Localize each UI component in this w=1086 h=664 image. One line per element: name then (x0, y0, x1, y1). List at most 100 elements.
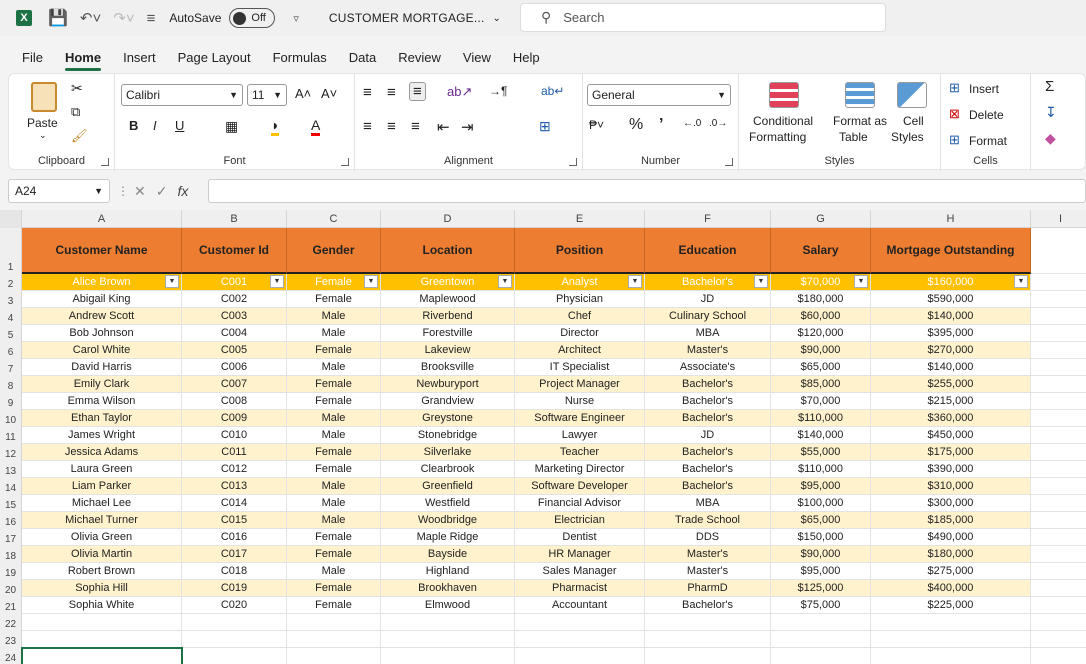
cell[interactable] (871, 631, 1031, 648)
table-cell[interactable]: Male (287, 410, 381, 427)
table-cell[interactable]: Master's (645, 546, 771, 563)
table-cell[interactable]: Female (287, 546, 381, 563)
table-header-cell[interactable]: Customer Id (182, 228, 287, 274)
cell[interactable] (1031, 308, 1086, 325)
table-cell[interactable]: Culinary School (645, 308, 771, 325)
table-cell[interactable]: $395,000 (871, 325, 1031, 342)
cell[interactable] (381, 631, 515, 648)
table-cell[interactable]: $590,000 (871, 291, 1031, 308)
filter-dropdown-icon[interactable]: ▼ (165, 275, 179, 288)
column-header[interactable]: B (182, 210, 287, 228)
table-cell[interactable]: $55,000 (771, 444, 871, 461)
table-cell[interactable]: C005 (182, 342, 287, 359)
cell[interactable] (1031, 393, 1086, 410)
table-cell[interactable]: C013 (182, 478, 287, 495)
cell[interactable] (771, 614, 871, 631)
font-launcher-icon[interactable] (341, 158, 349, 166)
tab-home[interactable]: Home (64, 50, 102, 71)
cell[interactable] (645, 648, 771, 664)
table-cell[interactable]: $360,000 (871, 410, 1031, 427)
column-header[interactable]: C (287, 210, 381, 228)
table-cell[interactable]: Jessica Adams (22, 444, 182, 461)
table-cell[interactable]: $140,000 (771, 427, 871, 444)
table-cell[interactable]: Female (287, 393, 381, 410)
table-cell[interactable]: Michael Lee (22, 495, 182, 512)
percent-style-icon[interactable]: % (629, 116, 643, 134)
row-header[interactable]: 2 (0, 274, 22, 291)
cell[interactable] (1031, 648, 1086, 664)
filter-dropdown-icon[interactable]: ▼ (854, 275, 868, 288)
borders-icon[interactable]: ▦ (225, 118, 238, 135)
cell[interactable] (1031, 546, 1086, 563)
table-header-cell[interactable]: Mortgage Outstanding (871, 228, 1031, 274)
undo-icon[interactable]: ↶˅ (80, 9, 101, 27)
table-cell[interactable]: Elmwood (381, 597, 515, 614)
cell[interactable] (287, 614, 381, 631)
table-cell[interactable]: Trade School (645, 512, 771, 529)
font-name-select[interactable]: Calibri ▼ (121, 84, 243, 106)
table-cell[interactable]: C016 (182, 529, 287, 546)
table-cell[interactable]: Sales Manager (515, 563, 645, 580)
table-cell[interactable]: IT Specialist (515, 359, 645, 376)
column-header[interactable]: D (381, 210, 515, 228)
table-cell[interactable]: C003 (182, 308, 287, 325)
table-header-cell[interactable]: Position (515, 228, 645, 274)
filter-row-cell[interactable]: $160,000 ▼ (871, 274, 1031, 291)
table-cell[interactable]: Abigail King (22, 291, 182, 308)
table-cell[interactable]: Female (287, 580, 381, 597)
table-cell[interactable]: Architect (515, 342, 645, 359)
table-cell[interactable]: Associate's (645, 359, 771, 376)
customize-toolbar-icon[interactable]: ≡ (147, 10, 156, 27)
italic-icon[interactable]: I (153, 118, 157, 133)
table-cell[interactable]: Accountant (515, 597, 645, 614)
column-header[interactable]: E (515, 210, 645, 228)
increase-indent-icon[interactable]: ⇥ (461, 118, 474, 136)
cell[interactable] (871, 648, 1031, 664)
table-cell[interactable]: Pharmacist (515, 580, 645, 597)
table-cell[interactable]: Maple Ridge (381, 529, 515, 546)
table-cell[interactable]: Olivia Green (22, 529, 182, 546)
table-cell[interactable]: Software Developer (515, 478, 645, 495)
table-cell[interactable]: Olivia Martin (22, 546, 182, 563)
table-cell[interactable]: C019 (182, 580, 287, 597)
table-cell[interactable]: Male (287, 563, 381, 580)
table-cell[interactable]: Bachelor's (645, 597, 771, 614)
cell[interactable] (182, 631, 287, 648)
table-cell[interactable]: Male (287, 512, 381, 529)
number-launcher-icon[interactable] (725, 158, 733, 166)
table-cell[interactable]: $275,000 (871, 563, 1031, 580)
cell[interactable] (287, 631, 381, 648)
format-as-table-label-2[interactable]: Table (839, 130, 868, 144)
table-header-cell[interactable]: Salary (771, 228, 871, 274)
table-cell[interactable]: C018 (182, 563, 287, 580)
table-cell[interactable]: Westfield (381, 495, 515, 512)
table-cell[interactable]: Emily Clark (22, 376, 182, 393)
worksheet[interactable]: ABCDEFGHI 1 2 3 4 5 6 7 8 9 10 11 12 13 14 15 16 17 18 19 2… (0, 210, 1086, 664)
table-cell[interactable]: Project Manager (515, 376, 645, 393)
table-cell[interactable]: PharmD (645, 580, 771, 597)
filter-dropdown-icon[interactable]: ▼ (1014, 275, 1028, 288)
row-header[interactable]: 24 (0, 648, 22, 664)
cell[interactable] (381, 614, 515, 631)
row-header[interactable]: 13 (0, 461, 22, 478)
font-color-icon[interactable]: A (311, 117, 321, 136)
table-cell[interactable]: C012 (182, 461, 287, 478)
delete-cells-icon[interactable]: ⊠ (949, 106, 960, 122)
table-cell[interactable]: Forestville (381, 325, 515, 342)
cell[interactable] (515, 648, 645, 664)
table-cell[interactable]: C006 (182, 359, 287, 376)
cell[interactable] (1031, 495, 1086, 512)
table-cell[interactable]: Bachelor's (645, 461, 771, 478)
cell[interactable] (1031, 614, 1086, 631)
insert-cells-button[interactable]: Insert (969, 82, 999, 96)
table-header-cell[interactable]: Customer Name (22, 228, 182, 274)
table-cell[interactable]: $255,000 (871, 376, 1031, 393)
table-cell[interactable]: $125,000 (771, 580, 871, 597)
table-cell[interactable]: Brookhaven (381, 580, 515, 597)
table-cell[interactable]: $400,000 (871, 580, 1031, 597)
cell[interactable] (515, 614, 645, 631)
cell[interactable] (1031, 228, 1086, 274)
table-cell[interactable]: Lawyer (515, 427, 645, 444)
row-header[interactable]: 21 (0, 597, 22, 614)
row-header[interactable]: 23 (0, 631, 22, 648)
